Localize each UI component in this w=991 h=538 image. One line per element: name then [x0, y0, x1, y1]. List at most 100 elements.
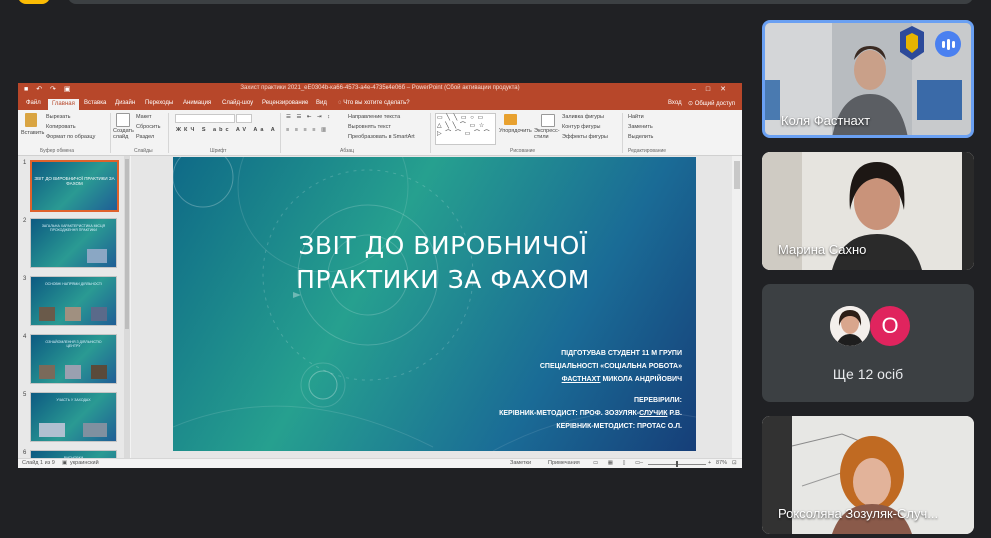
tab-review[interactable]: Рецензирование — [262, 100, 308, 106]
select-button[interactable]: Выделить — [628, 134, 653, 140]
slide-thumbnail[interactable]: УЧАСТЬ У ЗАХОДАХ — [30, 392, 117, 442]
thumb-photo — [39, 307, 55, 321]
share-label: Общий доступ — [694, 101, 736, 107]
avatar-photo — [830, 306, 870, 346]
tab-transitions[interactable]: Переходы — [145, 100, 173, 106]
zoom-out-icon[interactable]: – — [640, 460, 643, 466]
thumb-photo — [65, 307, 81, 321]
reset-button[interactable]: Сбросить — [136, 124, 160, 130]
minimize-icon[interactable]: – — [692, 86, 706, 93]
language-indicator[interactable]: украинский — [70, 460, 99, 466]
new-slide-button[interactable]: Создать слайд — [113, 128, 134, 140]
shape-fill-button[interactable]: Заливка фигуры — [562, 114, 604, 120]
copy-button[interactable]: Копировать — [46, 124, 76, 130]
font-name-select[interactable] — [175, 114, 235, 123]
thumb-number: 2 — [23, 218, 27, 224]
more-participants-label: Ще 12 осіб — [832, 366, 904, 382]
thumb-number: 1 — [23, 160, 27, 166]
zoom-in-icon[interactable]: + — [708, 460, 711, 466]
tab-insert[interactable]: Вставка — [84, 100, 106, 106]
cut-button[interactable]: Вырезать — [46, 114, 70, 120]
participant-tile[interactable]: Коля Фастнахт — [762, 20, 974, 138]
shape-effects-button[interactable]: Эффекты фигуры — [562, 134, 608, 140]
editor-scroll-thumb[interactable] — [734, 161, 740, 189]
section-button[interactable]: Раздел — [136, 134, 154, 140]
ribbon-tabs: Файл Главная Вставка Дизайн Переходы Ани… — [18, 98, 742, 110]
thumb-title: ЗАГАЛЬНА ХАРАКТЕРИСТИКА МІСЦЯ ПРОХОДЖЕНН… — [41, 224, 106, 232]
thumb-number: 5 — [23, 392, 27, 398]
credit-line: ПЕРЕВІРИЛИ: — [633, 397, 682, 404]
shapes-gallery[interactable]: ▭ ╲ ╲ ▭ ○ ▭ △ ╲ ╲ ⌒ ▭ ☆ ▷ ⌒ ⌒ ▭ ⌒ ⌒ — [435, 113, 496, 145]
shape-outline-button[interactable]: Контур фигуры — [562, 124, 600, 130]
participant-name: Коля Фастнахт — [781, 113, 871, 128]
zoom-level[interactable]: 87% — [716, 460, 727, 466]
font-format-buttons[interactable]: ЖКЧ S abc AV Aa A — [176, 127, 278, 133]
editor-scrollbar[interactable] — [732, 156, 742, 458]
tab-design[interactable]: Дизайн — [115, 100, 135, 106]
student-name: МИКОЛА АНДРІЙОВИЧ — [600, 376, 682, 383]
slide-thumbnail[interactable]: ЗВІТ ДО ВИРОБНИЧОЇ ПРАКТИКИ ЗА ФАХОМ — [30, 160, 119, 212]
tab-home[interactable]: Главная — [48, 99, 79, 110]
spellcheck-icon[interactable]: ▣ — [62, 460, 67, 466]
fit-slide-icon[interactable]: ⊡ — [732, 460, 737, 466]
slide-title-line: ЗВІТ ДО ВИРОБНИЧОЇ — [298, 231, 588, 260]
tab-animations[interactable]: Анимация — [183, 100, 211, 106]
title-bar: ■ ↶ ↷ ▣ Захист практики 2021_еЕ0304b-ка6… — [18, 83, 742, 98]
thumb-photo — [91, 307, 107, 321]
quick-styles-icon[interactable] — [541, 114, 555, 127]
comments-button[interactable]: Примечания — [548, 460, 580, 466]
thumb-number: 4 — [23, 334, 27, 340]
arrange-icon[interactable] — [504, 114, 517, 125]
quick-styles-button[interactable]: Экспресс-стили — [534, 128, 560, 140]
view-buttons[interactable]: ▭ ▦ ▯ ▭ — [593, 460, 644, 466]
maximize-icon[interactable]: □ — [706, 86, 720, 93]
participant-tile[interactable]: Марина Сахно — [762, 152, 974, 270]
tell-me-search[interactable]: ◌ Что вы хотите сделать? — [338, 100, 410, 106]
more-participants-tile[interactable]: O Ще 12 осіб — [762, 284, 974, 402]
supervisor-surname: СЛУЧИК — [639, 410, 668, 417]
slide-title-line: ПРАКТИКИ ЗА ФАХОМ — [296, 265, 590, 294]
list-buttons[interactable]: ☰ ☰ ⇤ ⇥ ↕ — [286, 114, 332, 120]
slide-counter: Слайд 1 из 9 — [22, 460, 55, 466]
thumbnails-scroll-thumb[interactable] — [125, 159, 129, 329]
slide-thumbnail[interactable]: ОСНОВНІ НАПРЯМИ ДІЯЛЬНОСТІ — [30, 276, 117, 326]
credit-line: ФАСТНАХТ МИКОЛА АНДРІЙОВИЧ — [499, 373, 682, 386]
paste-button[interactable]: Вставить — [21, 130, 44, 136]
arrange-button[interactable]: Упорядочить — [499, 128, 532, 134]
participant-tile[interactable]: Роксоляна Зозуляк-Случ... — [762, 416, 974, 534]
format-painter-button[interactable]: Формат по образцу — [46, 134, 95, 140]
paste-icon[interactable] — [25, 113, 37, 127]
thumb-photo — [39, 423, 65, 437]
font-size-select[interactable] — [236, 114, 252, 123]
slide-thumbnail[interactable]: ЗАГАЛЬНА ХАРАКТЕРИСТИКА МІСЦЯ ПРОХОДЖЕНН… — [30, 218, 117, 268]
window-controls[interactable]: –□✕ — [692, 85, 736, 93]
group-font: Шрифт — [210, 148, 227, 154]
align-buttons[interactable]: ≡ ≡ ≡ ≡ ▥ — [286, 127, 328, 133]
thumb-number: 3 — [23, 276, 27, 282]
tab-slideshow[interactable]: Слайд-шоу — [222, 100, 253, 106]
status-bar: Слайд 1 из 9 ▣ украинский Заметки Примеч… — [18, 458, 742, 468]
current-slide[interactable]: ЗВІТ ДО ВИРОБНИЧОЇ ПРАКТИКИ ЗА ФАХОМ ПІД… — [173, 157, 696, 451]
smartart-button[interactable]: Преобразовать в SmartArt — [348, 134, 415, 140]
group-editing: Редактирование — [628, 148, 667, 154]
slide-thumbnail[interactable]: ОЗНАЙОМЛЕННЯ З ДІЯЛЬНІСТЮ ЦЕНТРУ — [30, 334, 117, 384]
notes-button[interactable]: Заметки — [510, 460, 531, 466]
close-icon[interactable]: ✕ — [720, 86, 736, 93]
speaking-indicator-icon — [935, 31, 961, 57]
find-button[interactable]: Найти — [628, 114, 644, 120]
share-icon: ⊙ — [688, 101, 695, 107]
tab-view[interactable]: Вид — [316, 100, 327, 106]
meeting-top-pill[interactable] — [18, 0, 50, 4]
ribbon-separator — [168, 113, 169, 153]
signin-link[interactable]: Вход — [668, 100, 682, 106]
new-slide-icon[interactable] — [116, 113, 130, 127]
replace-button[interactable]: Заменить — [628, 124, 653, 130]
ribbon-separator — [110, 113, 111, 153]
align-text-button[interactable]: Выровнять текст — [348, 124, 391, 130]
text-direction-button[interactable]: Направление текста — [348, 114, 400, 120]
share-button[interactable]: ⊙ Общий доступ — [688, 100, 735, 107]
tab-file[interactable]: Файл — [26, 100, 41, 106]
layout-button[interactable]: Макет — [136, 114, 152, 120]
zoom-slider-thumb[interactable] — [676, 461, 678, 467]
thumb-title: ЗВІТ ДО ВИРОБНИЧОЇ ПРАКТИКИ ЗА ФАХОМ — [34, 176, 115, 186]
